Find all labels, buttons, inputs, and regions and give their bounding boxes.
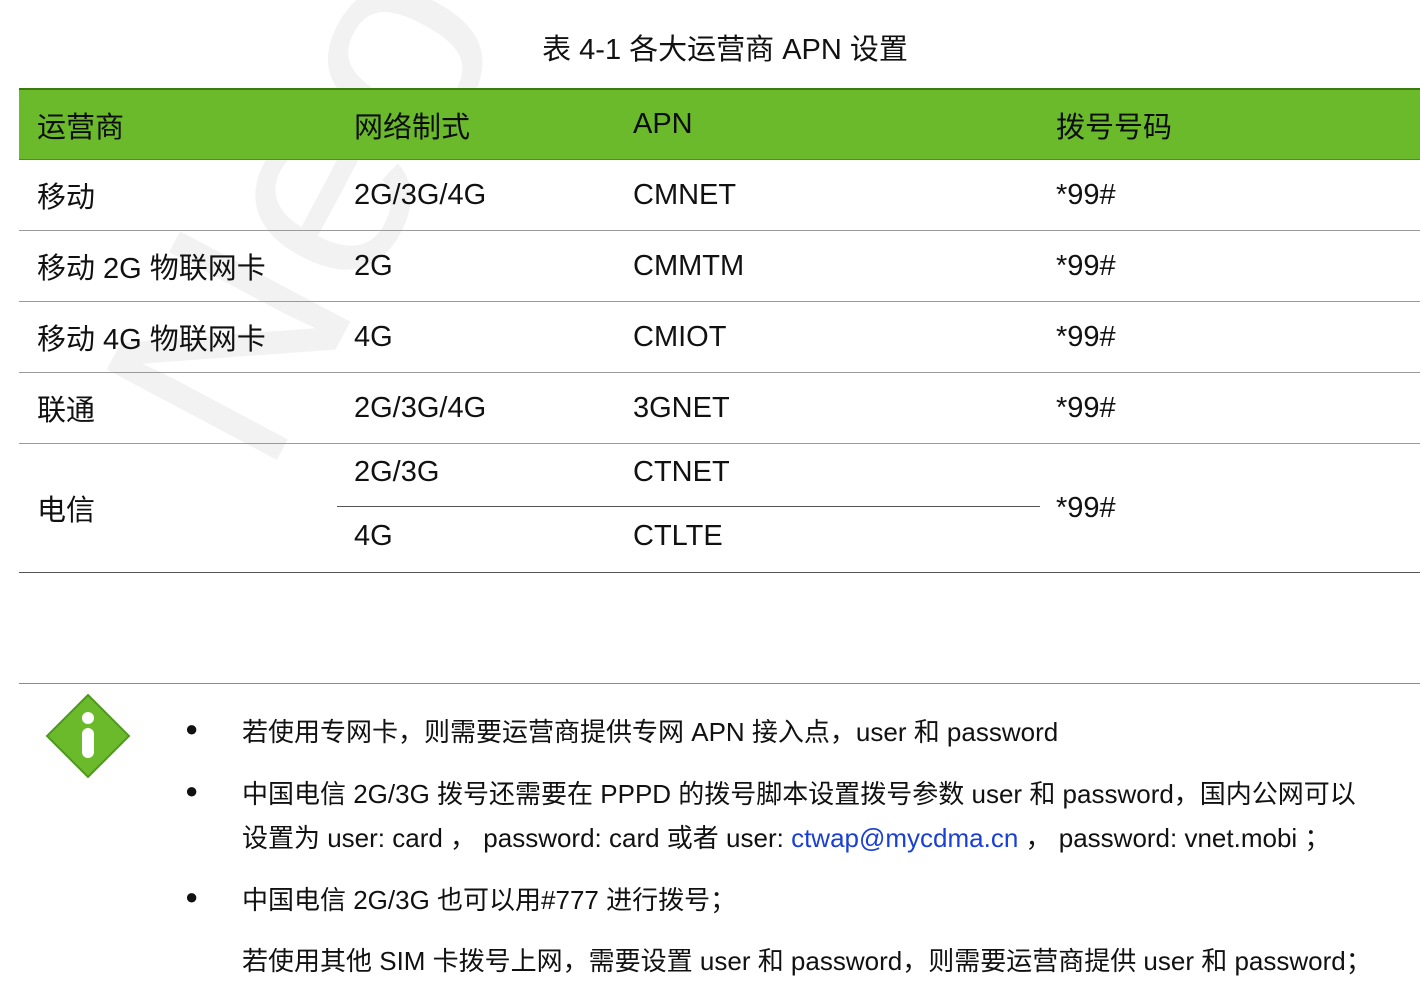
- header-dial: 拨号号码: [1056, 111, 1173, 144]
- cell-carrier: 移动 4G 物联网卡: [37, 324, 266, 356]
- header-network: 网络制式: [354, 111, 471, 144]
- cell-carrier: 移动 2G 物联网卡: [37, 253, 266, 285]
- sub-row-divider: [337, 506, 1040, 507]
- table-row: 移动 2G 物联网卡 2G CMMTM *99#: [19, 231, 1420, 302]
- cell-network-2g3g: 2G/3G: [354, 456, 440, 488]
- cell-apn: 3GNET: [633, 391, 730, 424]
- cell-dial: *99#: [1056, 249, 1116, 282]
- table-header-row: 运营商 网络制式 APN 拨号号码: [19, 88, 1420, 160]
- cell-apn: CMIOT: [633, 320, 727, 353]
- note-telecom-text-a: 设置为 user: card ， password: card 或者 user:: [242, 823, 792, 853]
- table-row: 移动 2G/3G/4G CMNET *99#: [19, 160, 1420, 231]
- cell-apn: CMMTM: [633, 249, 745, 282]
- cell-apn-ctlte: CTLTE: [633, 520, 723, 552]
- table-row: 联通 2G/3G/4G 3GNET *99#: [19, 373, 1420, 444]
- header-apn: APN: [633, 108, 693, 140]
- cell-network: 2G/3G/4G: [354, 178, 487, 211]
- cell-network: 2G: [354, 249, 393, 282]
- cell-network-4g: 4G: [354, 520, 393, 552]
- note-777: 中国电信 2G/3G 也可以用#777 进行拨号；: [242, 885, 737, 915]
- table-row-telecom: 电信 2G/3G CTNET 4G CTLTE *99#: [19, 444, 1420, 573]
- bullet-icon: ●: [185, 716, 199, 741]
- header-carrier: 运营商: [37, 111, 125, 144]
- note-telecom-line1: 中国电信 2G/3G 拨号还需要在 PPPD 的拨号脚本设置拨号参数 user …: [242, 779, 1356, 809]
- cell-dial: *99#: [1056, 320, 1116, 353]
- note-divider: [19, 683, 1420, 684]
- cell-dial: *99#: [1056, 491, 1116, 524]
- note-other-sim: 若使用其他 SIM 卡拨号上网，需要设置 user 和 password，则需要…: [242, 946, 1372, 976]
- table-row: 移动 4G 物联网卡 4G CMIOT *99#: [19, 302, 1420, 373]
- cell-carrier: 联通: [37, 395, 96, 427]
- note-telecom-line2: 设置为 user: card ， password: card 或者 user:…: [242, 818, 1330, 855]
- cell-dial: *99#: [1056, 178, 1116, 211]
- cell-network: 2G/3G/4G: [354, 391, 487, 424]
- email-link[interactable]: ctwap@mycdma.cn: [791, 823, 1018, 853]
- table-caption: 表 4-1 各大运营商 APN 设置: [542, 34, 908, 66]
- cell-carrier: 电信: [37, 495, 96, 527]
- cell-network: 4G: [354, 320, 393, 353]
- cell-apn: CMNET: [633, 178, 737, 211]
- info-icon: [45, 693, 131, 779]
- bullet-icon: ●: [185, 778, 199, 803]
- bullet-icon: ●: [185, 884, 199, 909]
- note-private-apn: 若使用专网卡，则需要运营商提供专网 APN 接入点，user 和 passwor…: [242, 717, 1059, 747]
- cell-apn-ctnet: CTNET: [633, 456, 730, 488]
- cell-dial: *99#: [1056, 391, 1116, 424]
- note-telecom-text-b: ， password: vnet.mobi ；: [1018, 823, 1331, 853]
- apn-table: 运营商 网络制式 APN 拨号号码 移动 2G/3G/4G CMNET *99#…: [19, 88, 1420, 573]
- cell-carrier: 移动: [37, 182, 96, 214]
